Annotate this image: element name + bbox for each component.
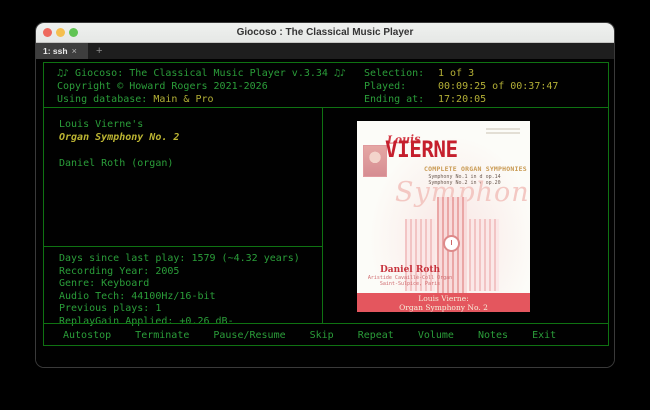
played-row: Played:00:09:25 of 00:37:47 <box>364 80 558 93</box>
organ-pipes-right <box>469 219 499 291</box>
header-right: Selection:1 of 3 Played:00:09:25 of 00:3… <box>364 67 558 106</box>
tab-close-icon[interactable]: × <box>72 46 77 56</box>
album-banner: Louis Vierne: Organ Symphony No. 2 <box>357 293 530 312</box>
played-value: 00:09:25 of 00:37:47 <box>438 81 558 92</box>
header-panel: ♫♪ Giocoso: The Classical Music Player v… <box>43 62 609 108</box>
tab-label: 1: ssh <box>43 46 68 56</box>
menu-item[interactable]: Repeat <box>358 329 394 345</box>
composer-portrait <box>363 145 387 177</box>
new-tab-button[interactable]: + <box>88 43 110 59</box>
stat-line: Genre: Keyboard <box>59 278 322 291</box>
copyright-line: Copyright © Howard Rogers 2021-2026 <box>57 80 346 93</box>
tab-bar: 1: ssh × + <box>36 43 614 59</box>
work-title: Organ Symphony No. 2 <box>59 131 322 144</box>
menu-bar: Autostop Terminate Pause/Resume Skip Repeat V… <box>43 323 609 346</box>
organ-clock <box>443 235 460 252</box>
album-banner-line2: Organ Symphony No. 2 <box>357 303 530 312</box>
composer-line: Louis Vierne's <box>59 118 322 131</box>
menu-item[interactable]: Volume <box>418 329 454 345</box>
stat-line: Audio Tech: 44100Hz/16-bit <box>59 291 322 304</box>
album-performer-block: Daniel Roth Aristide Cavaillé-Coll Organ… <box>357 265 463 287</box>
ending-row: Ending at:17:20:05 <box>364 93 558 106</box>
ending-value: 17:20:05 <box>438 94 486 105</box>
album-banner-line1: Louis Vierne: <box>357 294 530 303</box>
album-subtitle: COMPLETE ORGAN SYMPHONIES <box>424 165 527 173</box>
menu-item[interactable]: Terminate <box>135 329 189 345</box>
menu-item[interactable]: Exit <box>532 329 556 345</box>
catalog-marks <box>486 128 520 134</box>
menu-item[interactable]: Pause/Resume <box>213 329 285 345</box>
album-artist-last-name: VIERNE <box>385 139 458 163</box>
play-stats: Days since last play: 1579 (~4.32 years)… <box>44 247 322 328</box>
window-title: Giocoso : The Classical Music Player <box>36 23 614 43</box>
menu-item[interactable]: Skip <box>310 329 334 345</box>
terminal-screen[interactable]: ♫♪ Giocoso: The Classical Music Player v… <box>36 59 614 367</box>
main-panel: Louis Vierne's Organ Symphony No. 2 Dani… <box>43 107 609 324</box>
selection-row: Selection:1 of 3 <box>364 67 558 80</box>
menu-item[interactable]: Autostop <box>63 329 111 345</box>
stat-line: Previous plays: 1 <box>59 303 322 316</box>
database-value: Main & Pro <box>153 94 213 105</box>
album-performer: Daniel Roth <box>357 265 463 275</box>
tab-ssh[interactable]: 1: ssh × <box>36 43 88 59</box>
album-art: Louis VIERNE COMPLETE ORGAN SYMPHONIES S… <box>357 121 530 312</box>
header-left: ♫♪ Giocoso: The Classical Music Player v… <box>57 67 346 106</box>
stat-line: Recording Year: 2005 <box>59 266 322 279</box>
stat-line: Days since last play: 1579 (~4.32 years) <box>59 253 322 266</box>
app-banner: ♫♪ Giocoso: The Classical Music Player v… <box>57 67 346 80</box>
selection-value: 1 of 3 <box>438 68 474 79</box>
album-performer-sub2: Saint-Sulpice, Paris <box>357 281 463 287</box>
performer-line: Daniel Roth (organ) <box>59 157 322 170</box>
terminal-window: Giocoso : The Classical Music Player 1: … <box>35 22 615 368</box>
window-titlebar[interactable]: Giocoso : The Classical Music Player <box>36 23 614 43</box>
now-playing-column: Louis Vierne's Organ Symphony No. 2 Dani… <box>44 108 323 323</box>
database-line: Using database: Main & Pro <box>57 93 346 106</box>
menu-item[interactable]: Notes <box>478 329 508 345</box>
now-playing-info: Louis Vierne's Organ Symphony No. 2 Dani… <box>44 108 322 247</box>
